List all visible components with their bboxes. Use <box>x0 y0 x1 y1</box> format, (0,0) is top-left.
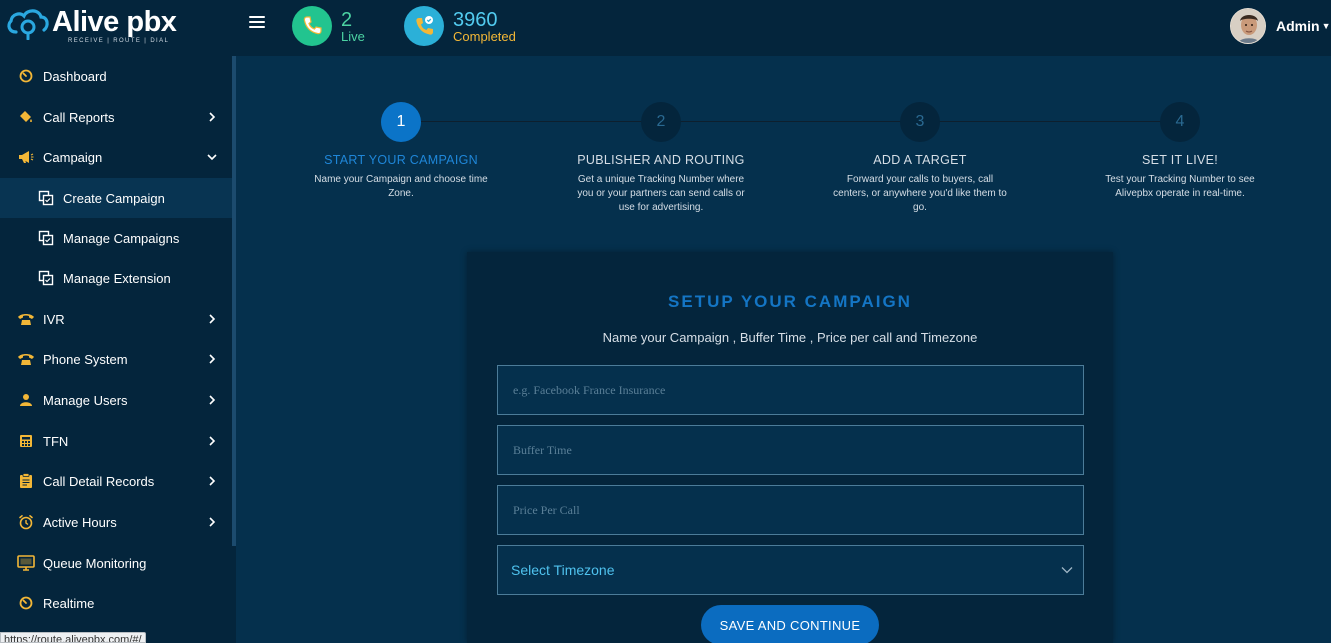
avatar <box>1230 8 1266 44</box>
brand-tagline: RECEIVE | ROUTE | DIAL <box>68 38 170 44</box>
sidebar-item-realtime[interactable]: Realtime <box>0 583 232 623</box>
step-number: 1 <box>381 102 421 142</box>
sidebar-item-active-hours[interactable]: Active Hours <box>0 502 232 542</box>
calculator-icon <box>17 432 35 450</box>
sidebar-item-manage-users[interactable]: Manage Users <box>0 380 232 420</box>
step-title: START YOUR CAMPAIGN <box>324 153 478 167</box>
step-description: Forward your calls to buyers, call cente… <box>833 174 1007 213</box>
step-number: 3 <box>900 102 940 142</box>
sidebar-item-manage-extension[interactable]: Manage Extension <box>0 258 232 298</box>
step-number: 2 <box>641 102 681 142</box>
sidebar-item-phone-system[interactable]: Phone System <box>0 339 232 379</box>
step-3[interactable]: 3 ADD A TARGET Forward your calls to buy… <box>810 102 1030 215</box>
step-title: SET IT LIVE! <box>1141 153 1219 167</box>
sidebar-scrollbar[interactable] <box>232 56 236 546</box>
campaign-name-input[interactable] <box>498 366 1083 414</box>
card-title: SETUP YOUR CAMPAIGN <box>668 292 912 311</box>
chevron-right-icon <box>209 112 216 122</box>
copy-icon <box>37 189 55 207</box>
sidebar-item-dashboard[interactable]: Dashboard <box>0 56 232 96</box>
sidebar-item-label: Campaign <box>43 149 103 165</box>
chevron-right-icon <box>209 517 216 527</box>
sidebar-item-label: Phone System <box>43 351 128 367</box>
top-bar: Alive pbx RECEIVE | ROUTE | DIAL 2 Live … <box>0 0 1331 56</box>
user-menu[interactable]: Admin ▼ <box>1230 8 1330 44</box>
chevron-right-icon <box>209 395 216 405</box>
step-description: Name your Campaign and choose time Zone. <box>314 174 488 199</box>
sidebar-item-label: Manage Users <box>43 392 128 408</box>
sidebar-item-manage-campaigns[interactable]: Manage Campaigns <box>0 218 232 258</box>
phone-icon <box>17 310 35 328</box>
step-2[interactable]: 2 PUBLISHER AND ROUTING Get a unique Tra… <box>551 102 771 215</box>
copy-icon <box>37 269 55 287</box>
sidebar-item-campaign[interactable]: Campaign <box>0 137 232 177</box>
sidebar-item-call-reports[interactable]: Call Reports <box>0 97 232 137</box>
steps-connector-line <box>401 121 1180 122</box>
phone-icon <box>17 350 35 368</box>
completed-label: Completed <box>453 29 516 44</box>
live-label: Live <box>341 29 365 44</box>
step-description: Get a unique Tracking Number where you o… <box>577 174 745 213</box>
timezone-select[interactable]: Select Timezone <box>497 545 1084 595</box>
sidebar-item-call-detail-records[interactable]: Call Detail Records <box>0 461 232 501</box>
sidebar-item-create-campaign[interactable]: Create Campaign <box>0 178 232 218</box>
sidebar-item-label: TFN <box>43 433 69 449</box>
dashboard-gauge-icon <box>17 67 35 85</box>
step-title: ADD A TARGET <box>873 153 967 167</box>
timezone-selected-value: Select Timezone <box>511 562 615 578</box>
completed-phone-icon <box>404 6 444 46</box>
chevron-right-icon <box>209 436 216 446</box>
setup-campaign-card: SETUP YOUR CAMPAIGN Name your Campaign ,… <box>467 252 1113 643</box>
browser-status-url: https://route.alivepbx.com/#/ <box>0 632 146 643</box>
completed-count: 3960 <box>453 9 498 31</box>
alarm-clock-icon <box>17 513 35 531</box>
brand-name: Alive pbx <box>52 6 177 38</box>
price-per-call-field <box>497 485 1084 535</box>
campaign-name-field <box>497 365 1084 415</box>
live-phone-icon <box>292 6 332 46</box>
sidebar-item-label: Create Campaign <box>63 190 165 206</box>
copy-icon <box>37 229 55 247</box>
save-and-continue-button[interactable]: SAVE AND CONTINUE <box>701 605 879 643</box>
buffer-time-field <box>497 425 1084 475</box>
sidebar-item-label: Call Reports <box>43 109 115 125</box>
chevron-down-icon <box>207 154 217 161</box>
chevron-down-icon <box>1061 567 1073 574</box>
sidebar-item-ivr[interactable]: IVR <box>0 299 232 339</box>
buffer-time-input[interactable] <box>498 426 1083 474</box>
card-subtitle: Name your Campaign , Buffer Time , Price… <box>602 330 978 345</box>
sidebar-item-label: Active Hours <box>43 514 117 530</box>
sidebar-item-queue-monitoring[interactable]: Queue Monitoring <box>0 543 232 583</box>
sidebar: Dashboard Call Reports Campaign Create C… <box>0 56 236 643</box>
chevron-right-icon <box>209 314 216 324</box>
sidebar-item-label: Dashboard <box>43 68 107 84</box>
monitor-icon <box>17 554 35 572</box>
step-number: 4 <box>1160 102 1200 142</box>
dashboard-gauge-icon <box>17 594 35 612</box>
paint-bucket-icon <box>17 108 35 126</box>
brand-logo[interactable]: Alive pbx RECEIVE | ROUTE | DIAL <box>6 5 182 49</box>
step-description: Test your Tracking Number to see Alivepb… <box>1105 174 1255 199</box>
step-4[interactable]: 4 SET IT LIVE! Test your Tracking Number… <box>1070 102 1290 201</box>
step-title: PUBLISHER AND ROUTING <box>577 153 745 167</box>
cloud-phone-logo-icon <box>7 9 49 40</box>
sidebar-item-label: Manage Extension <box>63 270 171 286</box>
step-1[interactable]: 1 START YOUR CAMPAIGN Name your Campaign… <box>291 102 511 201</box>
menu-toggle-icon[interactable] <box>249 16 265 32</box>
user-icon <box>17 391 35 409</box>
chevron-right-icon <box>209 354 216 364</box>
sidebar-item-label: IVR <box>43 311 65 327</box>
megaphone-icon <box>17 148 35 166</box>
user-name: Admin <box>1276 18 1320 34</box>
sidebar-item-label: Realtime <box>43 595 95 611</box>
sidebar-item-label: Call Detail Records <box>43 473 155 489</box>
chevron-right-icon <box>209 476 216 486</box>
caret-down-icon: ▼ <box>1321 21 1331 31</box>
price-per-call-input[interactable] <box>498 486 1083 534</box>
clipboard-icon <box>17 472 35 490</box>
live-count: 2 <box>341 9 353 31</box>
sidebar-item-label: Queue Monitoring <box>43 555 147 571</box>
sidebar-item-label: Manage Campaigns <box>63 230 180 246</box>
sidebar-item-tfn[interactable]: TFN <box>0 421 232 461</box>
